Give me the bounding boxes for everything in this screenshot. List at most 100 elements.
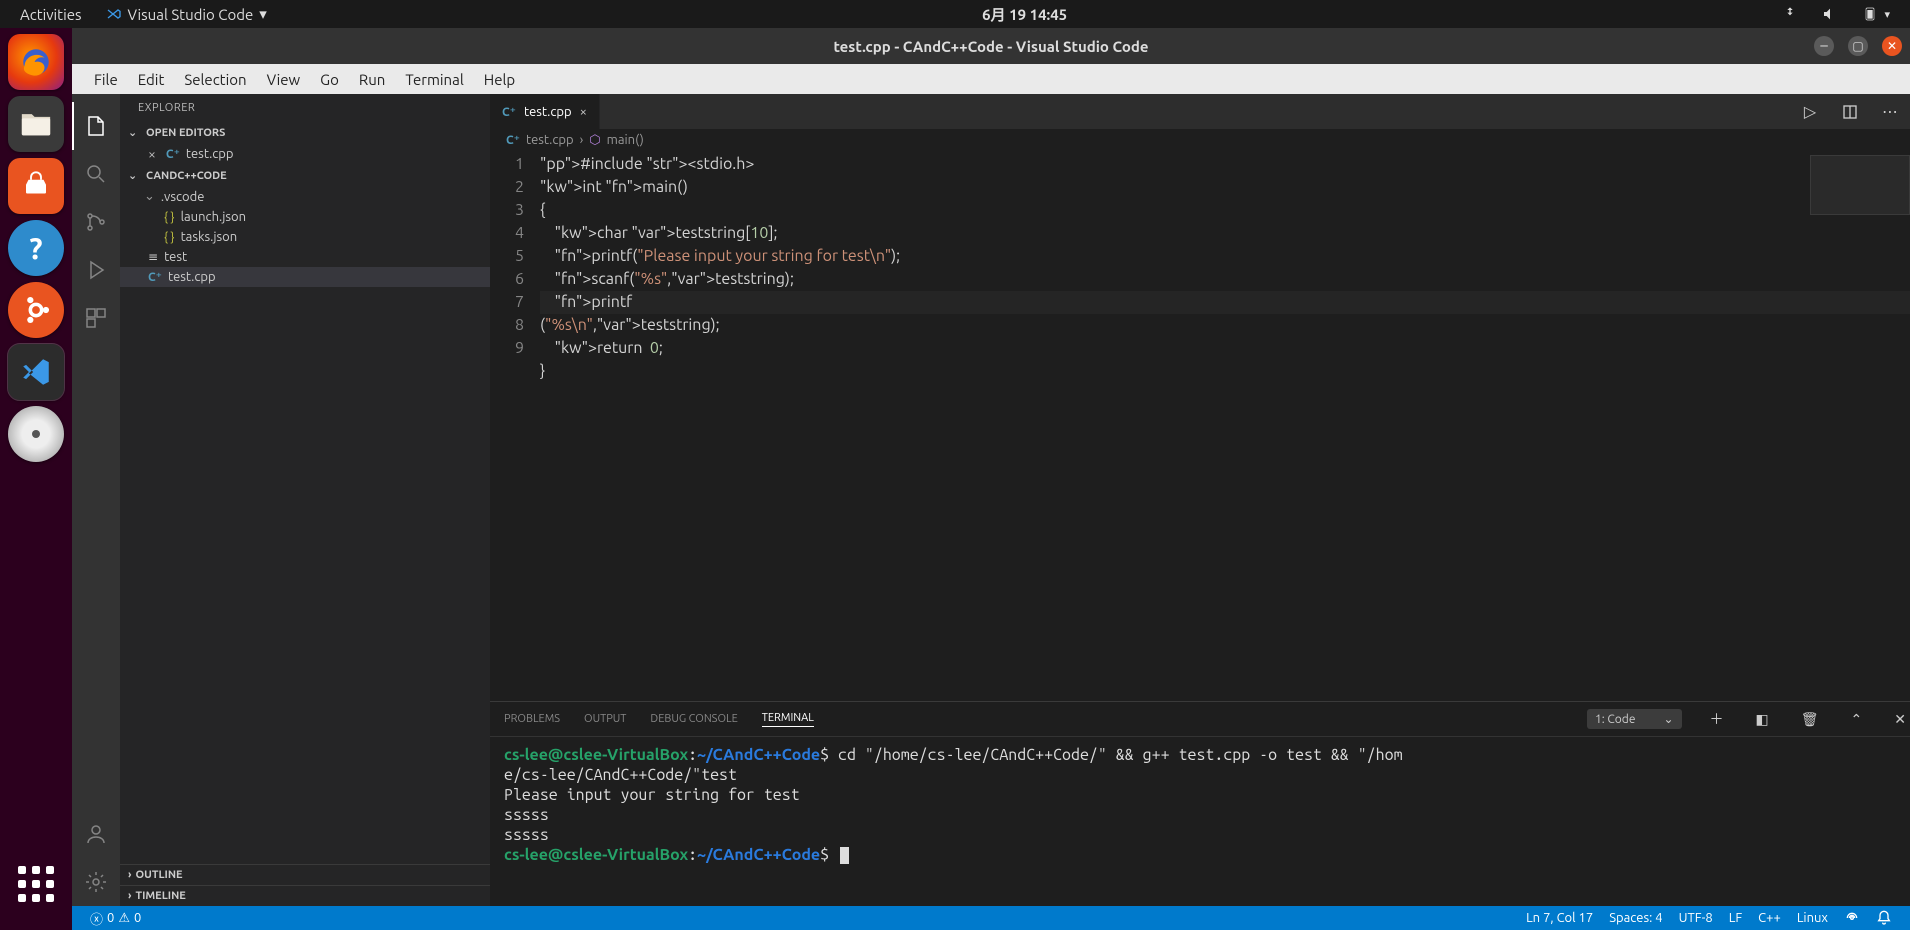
dock-disk[interactable]	[8, 406, 64, 462]
new-terminal-button[interactable]: ＋	[1706, 709, 1728, 729]
app-menu[interactable]: Visual Studio Code ▾	[94, 5, 279, 23]
volume-icon[interactable]	[1810, 6, 1850, 22]
status-spaces[interactable]: Spaces: 4	[1601, 911, 1670, 925]
vscode-icon	[19, 355, 53, 389]
open-editors-section[interactable]: ⌄OPEN EDITORS	[120, 122, 490, 143]
activity-extensions[interactable]	[72, 294, 120, 342]
status-feedback[interactable]	[1836, 910, 1868, 926]
breadcrumb[interactable]: C⁺ test.cpp › ⬡ main()	[490, 129, 1910, 151]
more-actions-button[interactable]: ⋯	[1870, 94, 1910, 129]
terminal-output[interactable]: cs-lee@cslee-VirtualBox:~/CAndC++Code$ c…	[490, 737, 1910, 906]
vscode-icon	[106, 6, 122, 22]
panel-tab-terminal[interactable]: TERMINAL	[762, 712, 814, 727]
close-icon[interactable]: ×	[580, 105, 587, 119]
status-eol[interactable]: LF	[1721, 911, 1750, 925]
activity-explorer[interactable]	[72, 102, 120, 150]
dock-software[interactable]	[8, 158, 64, 214]
ubuntu-dock: ?	[0, 28, 72, 930]
code-editor[interactable]: 123456789 "pp">#include "str"><stdio.h> …	[490, 151, 1910, 701]
outline-section[interactable]: ›OUTLINE	[120, 864, 490, 885]
broadcast-icon	[1844, 910, 1860, 926]
file-test-cpp[interactable]: C⁺test.cpp	[120, 267, 490, 287]
menu-edit[interactable]: Edit	[128, 71, 175, 88]
folder-vscode[interactable]: ⌄.vscode	[120, 186, 490, 207]
disk-icon	[32, 430, 40, 438]
minimize-button[interactable]: ─	[1814, 36, 1834, 56]
menu-terminal[interactable]: Terminal	[395, 71, 473, 88]
split-editor-button[interactable]	[1830, 94, 1870, 129]
menu-selection[interactable]: Selection	[174, 71, 256, 88]
firefox-icon	[19, 45, 53, 79]
network-icon[interactable]	[1770, 6, 1810, 22]
error-icon: ⓧ	[90, 909, 103, 928]
timeline-section[interactable]: ›TIMELINE	[120, 885, 490, 906]
cpp-icon: C⁺	[148, 270, 162, 284]
menu-bar: File Edit Selection View Go Run Terminal…	[72, 64, 1910, 94]
close-panel-button[interactable]: ✕	[1890, 711, 1910, 728]
maximize-panel-button[interactable]: ⌃	[1847, 711, 1867, 728]
dock-help[interactable]: ?	[8, 220, 64, 276]
dock-firefox[interactable]	[8, 34, 64, 90]
status-os[interactable]: Linux	[1789, 911, 1836, 925]
app-menu-label: Visual Studio Code	[128, 6, 254, 23]
menu-file[interactable]: File	[84, 71, 128, 88]
breadcrumb-item[interactable]: main()	[607, 133, 644, 147]
close-icon[interactable]: ×	[148, 146, 156, 162]
dock-files[interactable]	[8, 96, 64, 152]
battery-icon[interactable]: ▾	[1850, 6, 1902, 22]
dock-settings[interactable]	[8, 282, 64, 338]
folder-section[interactable]: ⌄CANDC++CODE	[120, 165, 490, 186]
status-encoding[interactable]: UTF-8	[1671, 911, 1721, 925]
tab-label: test.cpp	[524, 105, 572, 119]
chevron-down-icon: ⌄	[128, 126, 142, 139]
kill-terminal-button[interactable]: 🗑	[1797, 711, 1823, 728]
status-bar: ⓧ0⚠0 Ln 7, Col 17 Spaces: 4 UTF-8 LF C++…	[72, 906, 1910, 930]
split-terminal-button[interactable]: ◧	[1752, 711, 1773, 728]
window-title: test.cpp - CAndC++Code - Visual Studio C…	[833, 38, 1148, 55]
files-icon	[19, 109, 53, 139]
status-lncol[interactable]: Ln 7, Col 17	[1518, 911, 1601, 925]
tab-test-cpp[interactable]: C⁺ test.cpp ×	[490, 94, 600, 129]
file-test[interactable]: ≡test	[120, 247, 490, 267]
panel-tab-debug[interactable]: DEBUG CONSOLE	[650, 713, 737, 725]
status-lang[interactable]: C++	[1750, 911, 1789, 925]
clock[interactable]: 6月 19 14:45	[970, 4, 1079, 25]
run-button[interactable]: ▷	[1790, 94, 1830, 129]
line-numbers: 123456789	[490, 151, 540, 701]
panel-tab-problems[interactable]: PROBLEMS	[504, 713, 560, 725]
breadcrumb-item[interactable]: test.cpp	[526, 133, 574, 147]
file-launch-json[interactable]: { }launch.json	[120, 207, 490, 227]
panel: PROBLEMS OUTPUT DEBUG CONSOLE TERMINAL 1…	[490, 701, 1910, 906]
activity-search[interactable]	[72, 150, 120, 198]
status-errors[interactable]: ⓧ0⚠0	[82, 909, 149, 928]
activity-scm[interactable]	[72, 198, 120, 246]
warning-icon: ⚠	[118, 911, 130, 926]
dock-vscode[interactable]	[8, 344, 64, 400]
minimap[interactable]	[1810, 155, 1910, 215]
activity-settings[interactable]	[72, 858, 120, 906]
panel-tabs: PROBLEMS OUTPUT DEBUG CONSOLE TERMINAL 1…	[490, 702, 1910, 737]
binary-icon: ≡	[148, 250, 158, 264]
cpp-icon: C⁺	[506, 133, 520, 147]
activity-debug[interactable]	[72, 246, 120, 294]
activities-button[interactable]: Activities	[8, 6, 94, 23]
close-button[interactable]: ✕	[1882, 36, 1902, 56]
chevron-down-icon: ⌄	[1663, 712, 1673, 726]
file-name: tasks.json	[181, 230, 238, 244]
help-icon: ?	[29, 231, 42, 265]
open-editor-item[interactable]: ×C⁺test.cpp	[120, 143, 490, 165]
maximize-button[interactable]: ▢	[1848, 36, 1868, 56]
show-applications[interactable]	[8, 856, 64, 912]
status-bell[interactable]	[1868, 910, 1900, 926]
file-tasks-json[interactable]: { }tasks.json	[120, 227, 490, 247]
menu-help[interactable]: Help	[474, 71, 525, 88]
panel-tab-output[interactable]: OUTPUT	[584, 713, 626, 725]
file-name: launch.json	[181, 210, 246, 224]
menu-go[interactable]: Go	[310, 71, 349, 88]
activity-account[interactable]	[72, 810, 120, 858]
menu-view[interactable]: View	[257, 71, 311, 88]
code-content[interactable]: "pp">#include "str"><stdio.h> "kw">int "…	[540, 151, 1910, 701]
terminal-selector[interactable]: 1: Code⌄	[1587, 709, 1682, 729]
menu-run[interactable]: Run	[349, 71, 395, 88]
dropdown-icon: ▾	[259, 5, 267, 23]
